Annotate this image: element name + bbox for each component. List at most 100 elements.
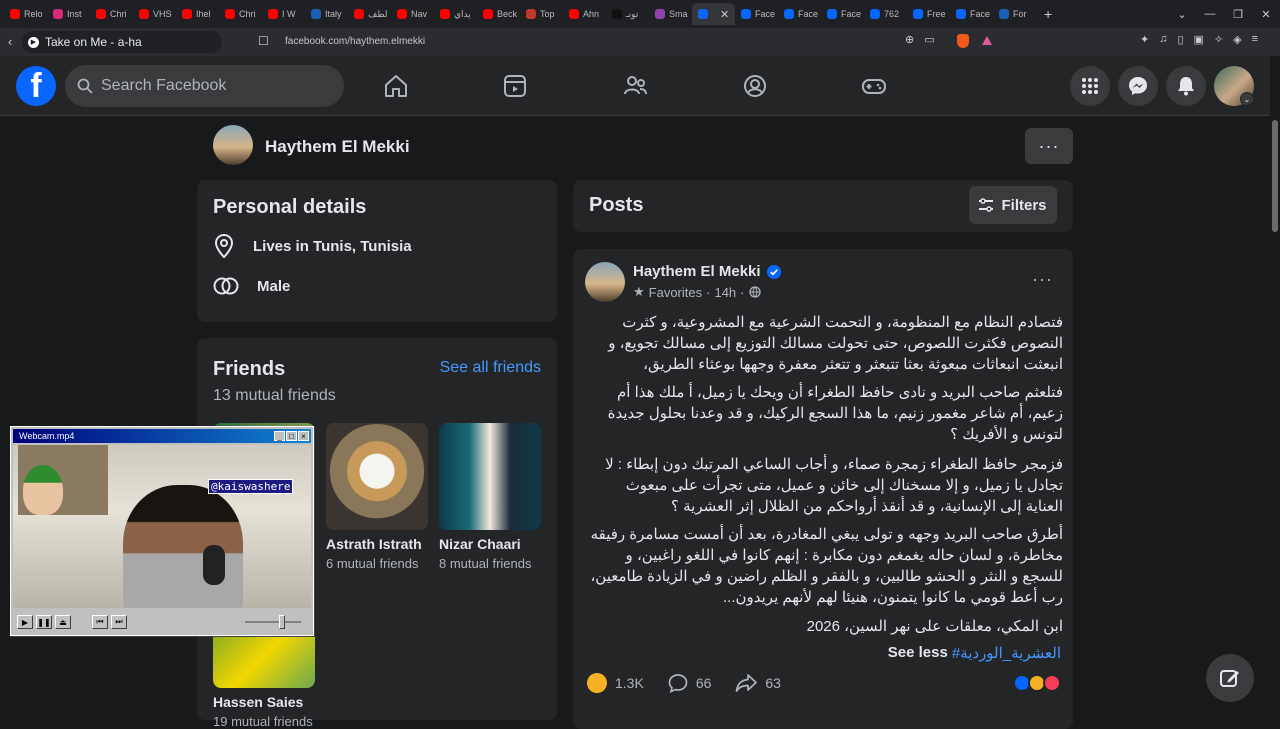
browser-tab[interactable]: لطف bbox=[348, 3, 391, 25]
minimize-button[interactable]: — bbox=[1196, 8, 1224, 20]
leo-icon[interactable]: ✧ bbox=[1214, 33, 1223, 46]
browser-tab[interactable]: Face bbox=[950, 3, 993, 25]
previous-button[interactable]: ⏮ bbox=[92, 615, 108, 629]
webcam-minimize-button[interactable]: _ bbox=[274, 431, 285, 441]
reaction-button[interactable]: 1.3K bbox=[587, 673, 644, 693]
reaction-summary[interactable] bbox=[1013, 674, 1061, 692]
menu-icon[interactable]: ≡ bbox=[1252, 33, 1258, 46]
next-button[interactable]: ⏭ bbox=[111, 615, 127, 629]
browser-tab[interactable]: ✕ bbox=[692, 3, 735, 25]
restore-button[interactable]: ❐ bbox=[1224, 8, 1252, 21]
browser-tab[interactable]: I W bbox=[262, 3, 305, 25]
rewards-icon[interactable] bbox=[982, 36, 992, 45]
browser-tab[interactable]: Relo bbox=[4, 3, 47, 25]
filters-button[interactable]: Filters bbox=[969, 186, 1057, 224]
brave-shield-icon[interactable] bbox=[957, 34, 969, 48]
address-bar[interactable]: facebook.com/haythem.elmekki bbox=[285, 36, 425, 47]
new-tab-button[interactable]: + bbox=[1044, 6, 1052, 22]
menu-grid-icon[interactable] bbox=[1070, 66, 1110, 106]
zoom-icon[interactable]: ⊕ bbox=[905, 33, 914, 46]
browser-tab[interactable]: Ihel bbox=[176, 3, 219, 25]
post-author-name[interactable]: Haythem El Mekki bbox=[633, 263, 761, 280]
play-icon[interactable]: ▶ bbox=[28, 36, 39, 48]
see-all-friends-link[interactable]: See all friends bbox=[440, 359, 541, 377]
pause-button[interactable]: ❚❚ bbox=[36, 615, 52, 629]
media-controls[interactable]: ▶ Take on Me - a-ha bbox=[22, 31, 222, 53]
account-chevron-icon[interactable]: ⌄ bbox=[1240, 92, 1254, 106]
browser-tab[interactable]: تونـ bbox=[606, 3, 649, 25]
browser-tab[interactable]: Face bbox=[821, 3, 864, 25]
friend-photo[interactable] bbox=[326, 423, 428, 530]
eject-button[interactable]: ⏏ bbox=[55, 615, 71, 629]
see-less-link[interactable]: See less bbox=[888, 644, 948, 662]
webcam-maximize-button[interactable]: □ bbox=[286, 431, 297, 441]
browser-tab[interactable]: Beck bbox=[477, 3, 520, 25]
profile-name[interactable]: Haythem El Mekki bbox=[265, 137, 410, 157]
music-icon[interactable]: ♫ bbox=[1159, 33, 1167, 46]
post-options-button[interactable]: ··· bbox=[1032, 269, 1053, 290]
friend-name[interactable]: Hassen Saies bbox=[213, 694, 315, 710]
extensions-icon[interactable]: ✦ bbox=[1140, 33, 1149, 46]
comment-button[interactable]: 66 bbox=[668, 673, 711, 693]
back-icon[interactable]: ‹ bbox=[8, 34, 12, 49]
browser-tab[interactable]: Chri bbox=[219, 3, 262, 25]
profile-more-button[interactable]: ··· bbox=[1025, 128, 1073, 164]
browser-tab[interactable]: Inst bbox=[47, 3, 90, 25]
friends-icon[interactable] bbox=[621, 72, 649, 100]
friend-name[interactable]: Astrath Istrath bbox=[326, 536, 428, 552]
browser-tab[interactable]: Italy bbox=[305, 3, 348, 25]
volume-slider[interactable] bbox=[245, 615, 301, 629]
browser-tab[interactable]: يداي bbox=[434, 3, 477, 25]
video-icon[interactable] bbox=[501, 72, 529, 100]
bookmark-icon[interactable]: ☐ bbox=[258, 34, 269, 48]
webcam-close-button[interactable]: × bbox=[298, 431, 309, 441]
home-icon[interactable] bbox=[382, 72, 410, 100]
close-window-button[interactable]: ✕ bbox=[1252, 8, 1280, 21]
browser-tab[interactable]: Face bbox=[778, 3, 821, 25]
browser-tab[interactable]: Nav bbox=[391, 3, 434, 25]
notifications-bell-icon[interactable] bbox=[1166, 66, 1206, 106]
facebook-header: f Search Facebook ⌄ bbox=[0, 56, 1270, 116]
facebook-logo-icon[interactable]: f bbox=[16, 66, 56, 106]
sidebar-icon[interactable]: ▯ bbox=[1177, 33, 1183, 46]
search-input[interactable]: Search Facebook bbox=[65, 65, 344, 107]
browser-tab[interactable]: Free bbox=[907, 3, 950, 25]
tab-label: تونـ bbox=[626, 8, 639, 19]
post-hashtag[interactable]: #العشرية_الوردية bbox=[952, 644, 1061, 662]
webcam-video: @kaiswashere bbox=[13, 445, 311, 608]
webcam-titlebar[interactable]: Webcam.mp4 _ □ × bbox=[13, 429, 311, 443]
wallet-icon[interactable]: ▣ bbox=[1194, 33, 1204, 46]
friend-card[interactable]: Nizar Chaari 8 mutual friends bbox=[439, 423, 541, 571]
profile-avatar[interactable] bbox=[213, 125, 253, 165]
vpn-icon[interactable]: ◈ bbox=[1233, 33, 1241, 46]
browser-tab[interactable]: VHS bbox=[133, 3, 176, 25]
tab-search-icon[interactable]: ⌄ bbox=[1168, 8, 1196, 21]
tab-close-icon[interactable]: ✕ bbox=[720, 8, 729, 21]
browser-tab[interactable]: Ahn bbox=[563, 3, 606, 25]
messenger-icon[interactable] bbox=[1118, 66, 1158, 106]
share-button[interactable]: 63 bbox=[735, 673, 781, 693]
browser-tab[interactable]: For bbox=[993, 3, 1036, 25]
post-time[interactable]: 14h bbox=[714, 285, 736, 300]
friend-name[interactable]: Nizar Chaari bbox=[439, 536, 541, 552]
volume-slider-thumb[interactable] bbox=[279, 615, 285, 629]
browser-tab[interactable]: Chri bbox=[90, 3, 133, 25]
friend-photo[interactable] bbox=[439, 423, 541, 530]
page-scrollbar[interactable] bbox=[1270, 56, 1280, 720]
scrollbar-thumb[interactable] bbox=[1272, 120, 1278, 232]
window-controls: ⌄ — ❐ ✕ bbox=[1168, 0, 1280, 28]
tab-favicon-icon bbox=[96, 9, 106, 19]
groups-icon[interactable] bbox=[741, 72, 769, 100]
browser-tab[interactable]: 762 bbox=[864, 3, 907, 25]
tab-label: Face bbox=[841, 9, 862, 19]
gaming-icon[interactable] bbox=[860, 72, 888, 100]
browser-tab[interactable]: Top bbox=[520, 3, 563, 25]
new-message-button[interactable] bbox=[1206, 654, 1254, 702]
browser-tab[interactable]: Sma bbox=[649, 3, 692, 25]
play-button[interactable]: ▶ bbox=[17, 615, 33, 629]
cast-icon[interactable]: ▭ bbox=[924, 33, 934, 46]
browser-tab[interactable]: Face bbox=[735, 3, 778, 25]
friend-card[interactable]: Astrath Istrath 6 mutual friends bbox=[326, 423, 428, 571]
post-author-avatar[interactable] bbox=[585, 262, 625, 302]
address-actions: ⊕ ▭ bbox=[905, 33, 935, 46]
